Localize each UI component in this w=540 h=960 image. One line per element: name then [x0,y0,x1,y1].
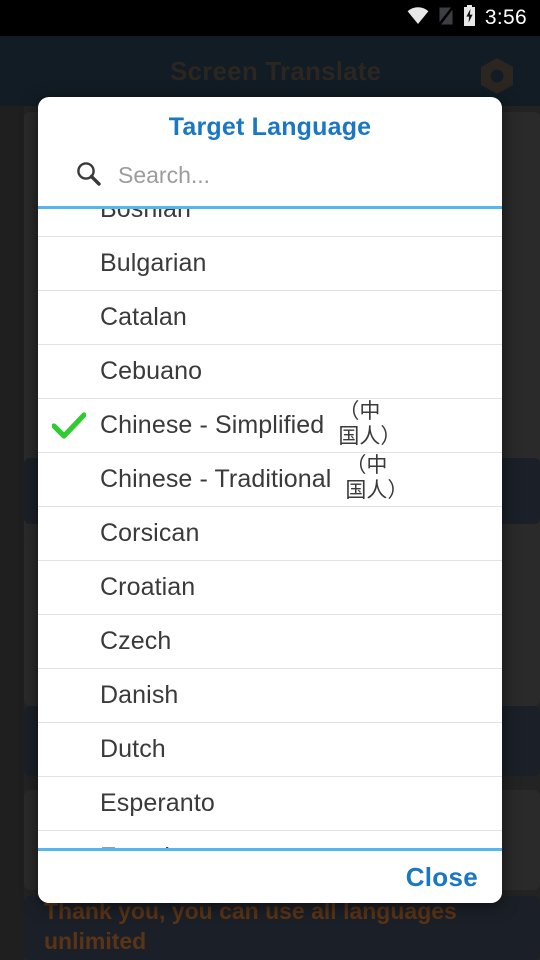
language-native-label: （中国人） [338,399,402,448]
dialog-footer: Close [38,851,502,903]
language-row[interactable]: Esperanto [38,777,502,831]
language-label: Catalan [100,303,187,331]
app-title: Screen Translate [170,55,382,86]
language-label: Chinese - Traditional [100,465,332,493]
language-row[interactable]: Danish [38,669,502,723]
close-button[interactable]: Close [400,860,484,895]
language-native-label: （中国人） [345,453,409,502]
language-list[interactable]: Bosnian Bulgarian Catalan Cebuano Chinese - … [38,209,502,848]
hex-nut-gear-icon[interactable] [480,58,514,99]
dialog-title: Target Language [168,113,372,141]
language-row[interactable]: Corsican [38,507,502,561]
language-row[interactable]: Catalan [38,291,502,345]
language-label: Danish [100,681,179,709]
target-language-dialog: Target Language Bosnian Bulgarian Catalan C… [38,97,502,903]
battery-charging-icon [463,5,476,31]
language-row[interactable]: Chinese - Simplified （中国人） [38,399,502,453]
app-notice-text: Thank you, you can use all languages unl… [44,898,457,954]
language-list-inner: Bosnian Bulgarian Catalan Cebuano Chinese - … [38,209,502,848]
language-row[interactable]: Bulgarian [38,237,502,291]
language-row[interactable]: Estonian [38,831,502,848]
language-label: Estonian [100,843,198,848]
language-label: Bulgarian [100,249,207,277]
search-row[interactable] [38,142,502,206]
language-row[interactable]: Cebuano [38,345,502,399]
wifi-icon [407,6,429,30]
status-bar: 3:56 [0,0,540,36]
search-input[interactable] [118,162,448,189]
language-label: Chinese - Simplified [100,411,325,439]
language-row[interactable]: Bosnian [38,209,502,237]
status-clock: 3:56 [484,6,527,29]
language-label: Esperanto [100,789,215,817]
language-label: Czech [100,627,172,655]
language-label: Corsican [100,519,200,547]
language-label: Croatian [100,573,196,601]
language-row[interactable]: Czech [38,615,502,669]
language-row[interactable]: Dutch [38,723,502,777]
check-icon [38,411,100,440]
language-label: Cebuano [100,357,203,385]
screen: 3:56 Screen Translate Thank you, you can… [0,0,540,960]
no-sim-icon [437,5,454,31]
app-toolbar: Screen Translate [0,36,540,106]
bg-left-strip [0,106,24,960]
language-row[interactable]: Chinese - Traditional （中国人） [38,453,502,507]
language-row[interactable]: Croatian [38,561,502,615]
search-icon [74,159,102,192]
language-label: Dutch [100,735,166,763]
language-label: Bosnian [100,209,192,223]
